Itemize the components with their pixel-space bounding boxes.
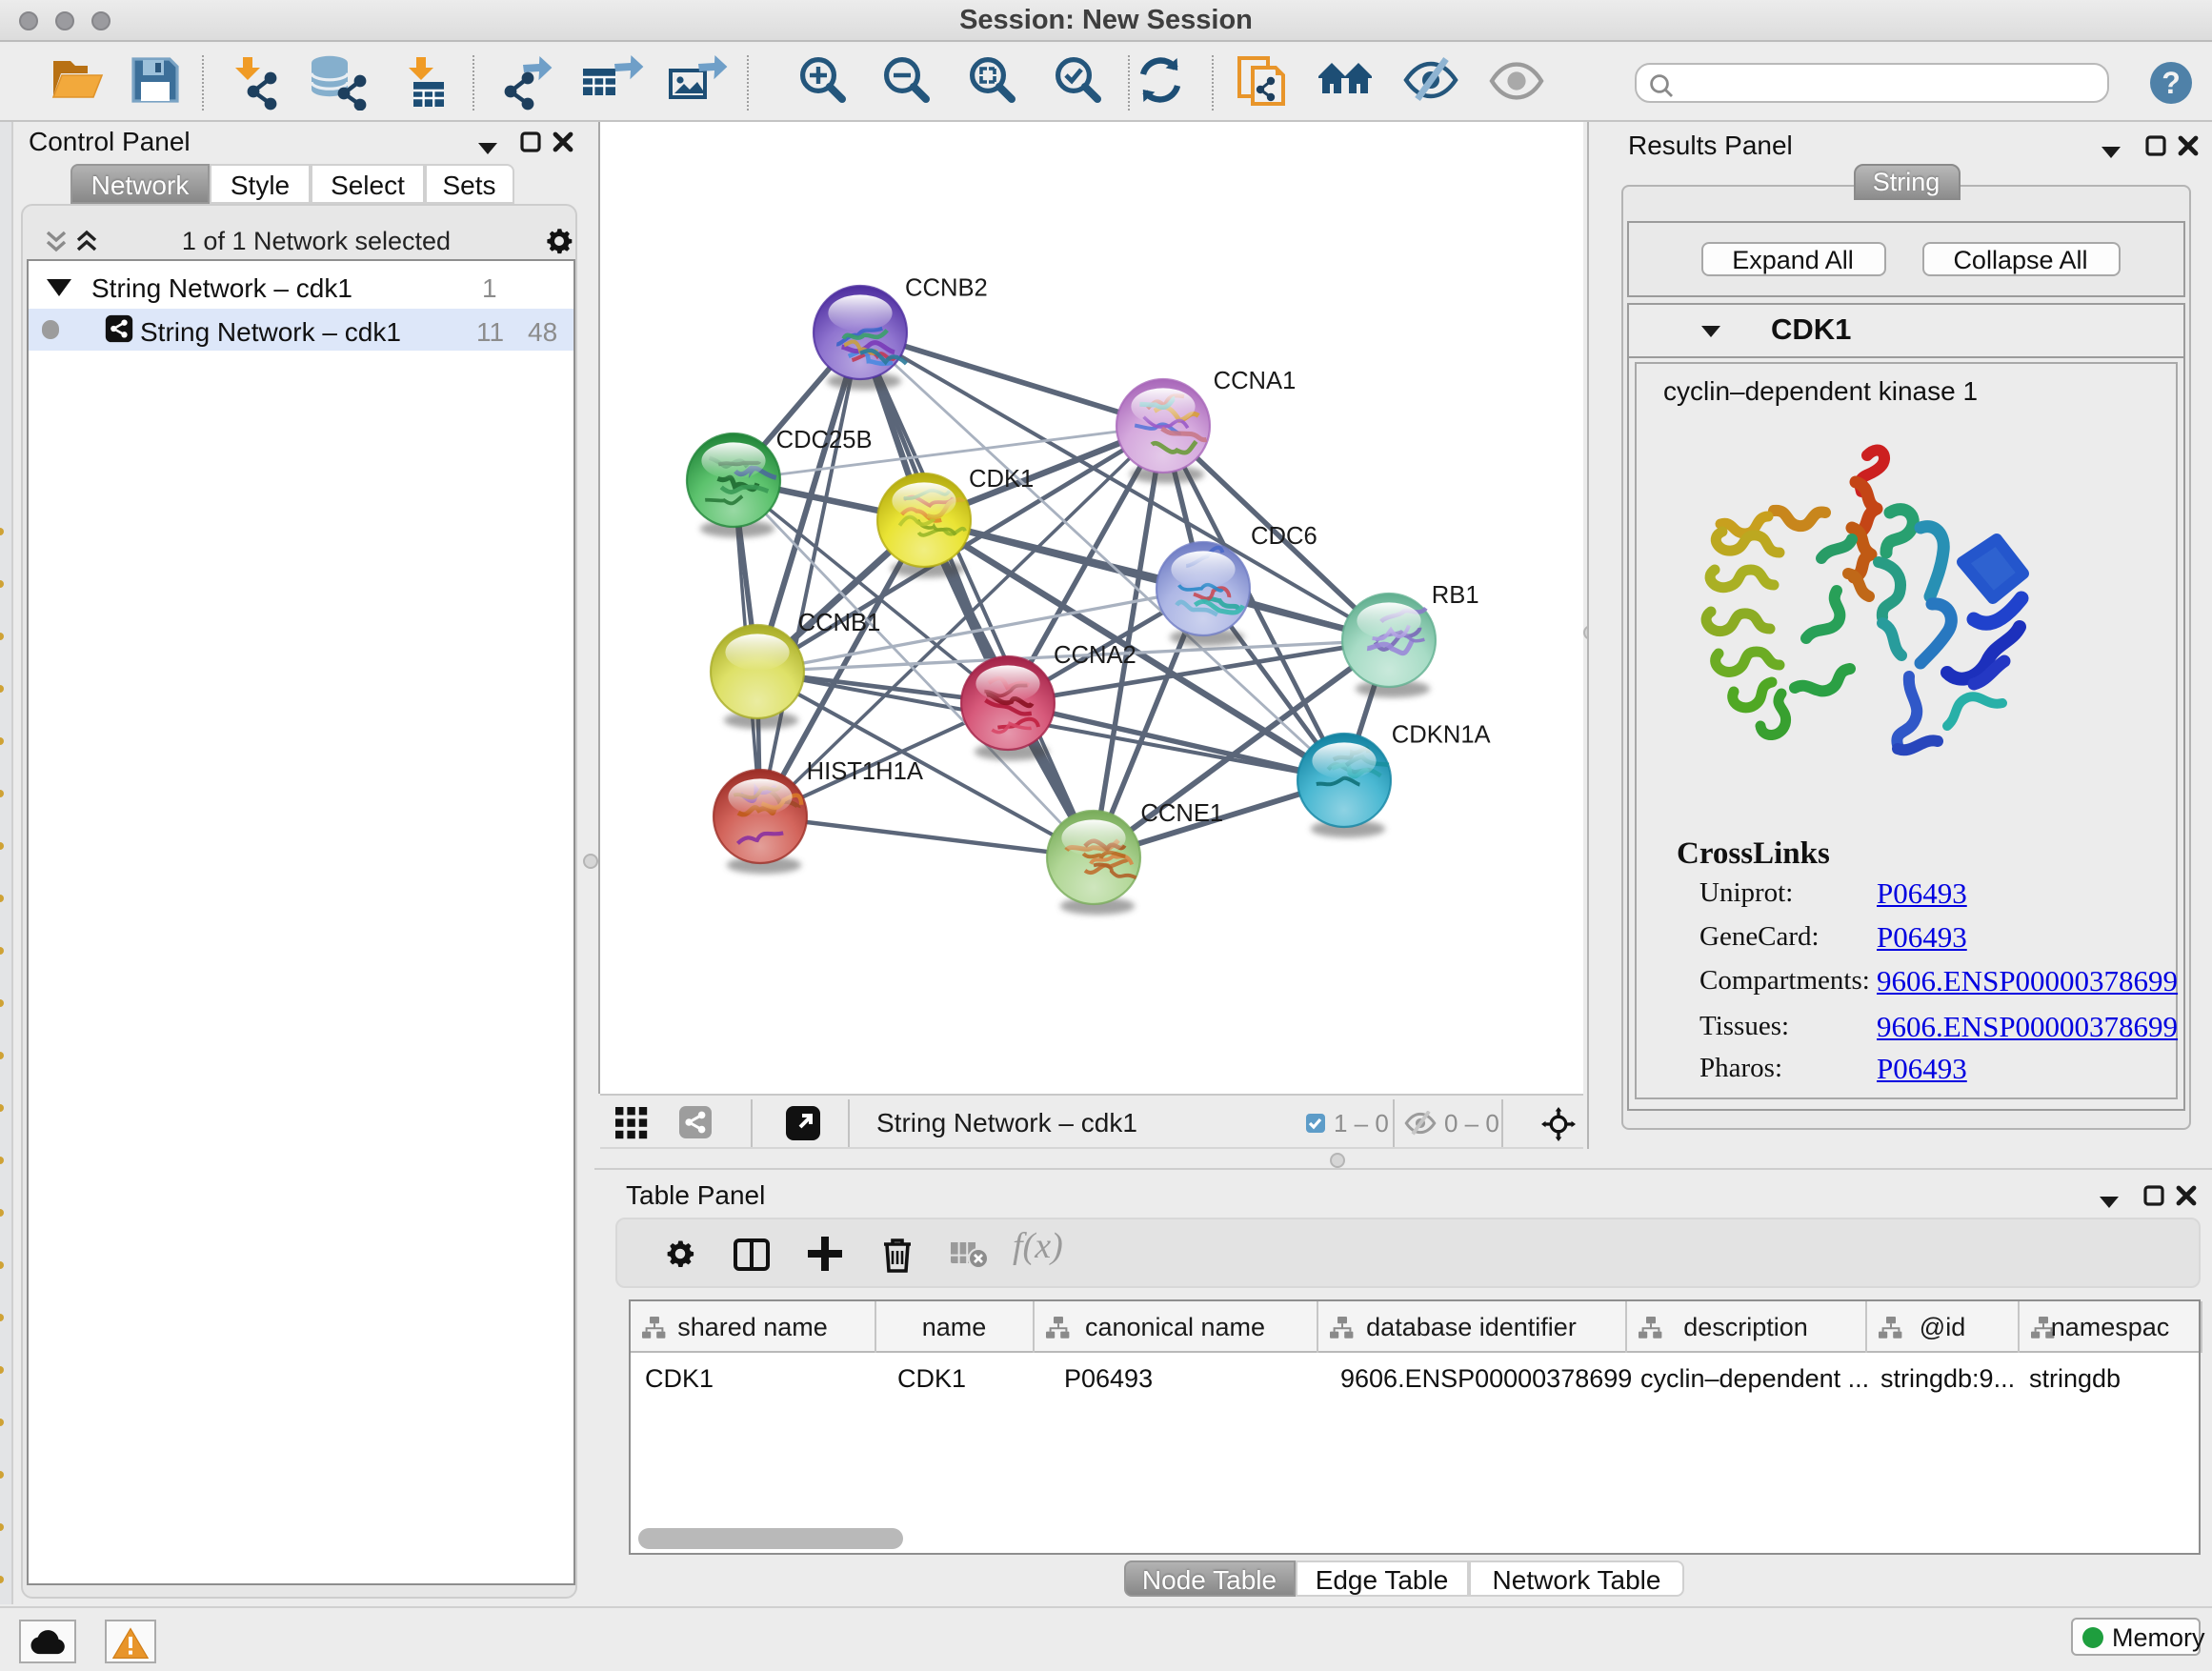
svg-text:CDC6: CDC6 (1251, 523, 1317, 550)
svg-text:CCNA1: CCNA1 (1214, 368, 1297, 394)
svg-text:CCNB2: CCNB2 (905, 274, 988, 301)
svg-text:CCNE1: CCNE1 (1140, 800, 1223, 827)
svg-text:CCNB1: CCNB1 (798, 610, 881, 636)
svg-text:CDKN1A: CDKN1A (1392, 721, 1492, 748)
svg-text:RB1: RB1 (1432, 582, 1479, 609)
svg-text:HIST1H1A: HIST1H1A (807, 758, 924, 785)
svg-text:CDC25B: CDC25B (776, 427, 873, 453)
svg-text:CDK1: CDK1 (969, 466, 1034, 493)
svg-text:CCNA2: CCNA2 (1054, 642, 1136, 669)
svg-text:?: ? (2162, 66, 2181, 100)
